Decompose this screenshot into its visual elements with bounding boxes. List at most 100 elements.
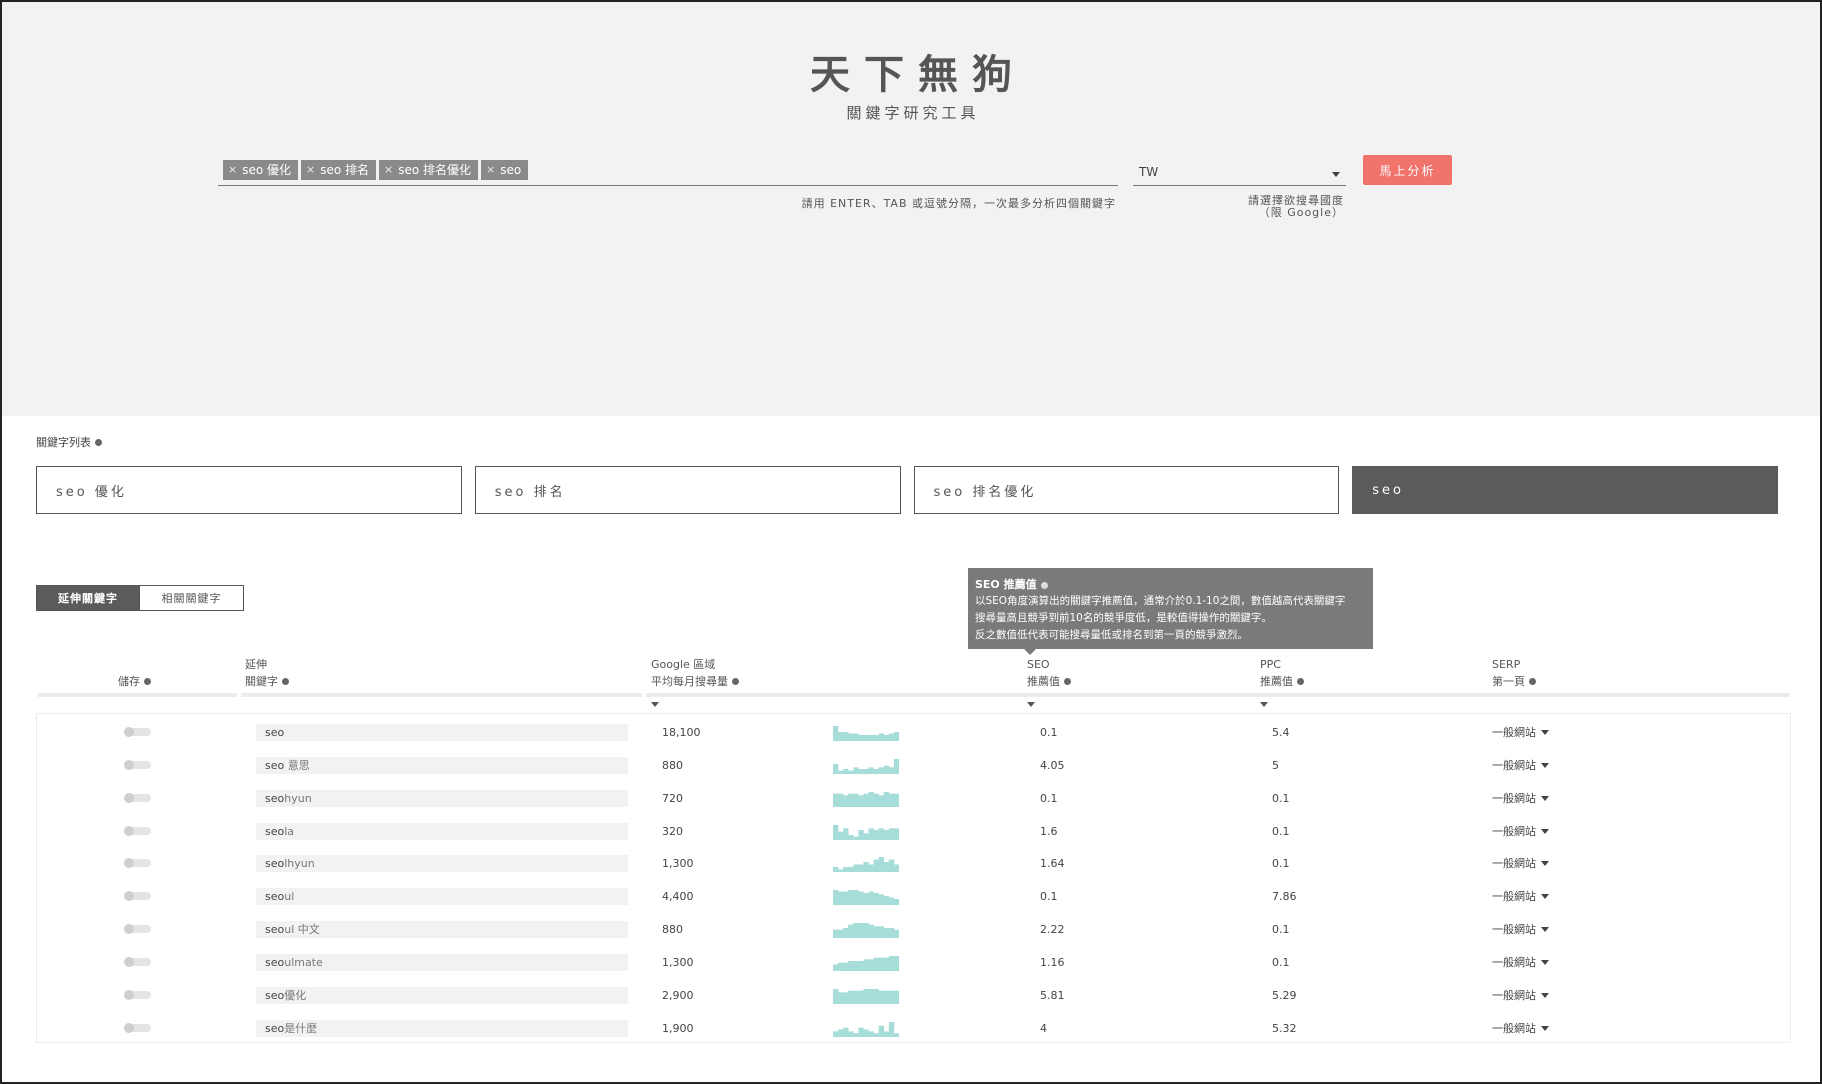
save-toggle[interactable] <box>124 760 151 770</box>
keyword-cell[interactable]: seohyun <box>256 790 628 807</box>
trend-bar <box>878 926 885 938</box>
keyword-cell[interactable]: seo優化 <box>256 987 628 1004</box>
keyword-table-body: seo 18,100 0.1 5.4 一般網站 seo 意思 880 4.05 5 一般網站 seo… <box>36 713 1791 1043</box>
save-toggle[interactable] <box>124 858 151 868</box>
remove-tag-icon[interactable]: × <box>228 160 237 180</box>
trend-bar <box>868 924 874 938</box>
keyword-cell[interactable]: seo <box>256 724 628 741</box>
trend-bar <box>868 989 874 1004</box>
search-volume: 1,300 <box>662 956 694 969</box>
serp-select[interactable]: 一般網站 <box>1492 1020 1549 1037</box>
serp-select[interactable]: 一般網站 <box>1492 888 1549 905</box>
keyword-cell[interactable]: seo是什麼 <box>256 1020 628 1037</box>
search-volume: 4,400 <box>662 890 694 903</box>
ppc-score: 0.1 <box>1272 792 1290 805</box>
serp-select[interactable]: 一般網站 <box>1492 823 1549 840</box>
serp-select[interactable]: 一般網站 <box>1492 921 1549 938</box>
keyword-cell[interactable]: seo 意思 <box>256 757 628 774</box>
trend-baseline <box>833 838 899 840</box>
keyword-cell[interactable]: seoul 中文 <box>256 921 628 938</box>
save-toggle[interactable] <box>124 1023 151 1033</box>
save-toggle[interactable] <box>124 924 151 934</box>
keyword-tag[interactable]: × seo <box>481 160 529 180</box>
keyword-cell[interactable]: seoul <box>256 888 628 905</box>
save-toggle[interactable] <box>124 793 151 803</box>
trend-bar <box>878 894 885 905</box>
keyword-list-item[interactable]: seo 排名優化 <box>913 466 1340 514</box>
save-toggle[interactable] <box>124 727 151 737</box>
header-ppc-line1: PPC <box>1260 658 1281 671</box>
save-toggle[interactable] <box>124 826 151 836</box>
help-icon[interactable] <box>1297 677 1304 685</box>
keyword-cell[interactable]: seolhyun <box>256 855 628 872</box>
help-icon[interactable] <box>282 677 289 685</box>
help-icon[interactable] <box>1064 677 1071 685</box>
remove-tag-icon[interactable]: × <box>306 160 315 180</box>
seo-score-tooltip: SEO 推薦值 以SEO角度演算出的關鍵字推薦值，通常介於0.1-10之間，數值… <box>968 568 1373 655</box>
tab-extended-keywords[interactable]: 延伸關鍵字 <box>36 585 140 611</box>
help-icon[interactable] <box>732 677 739 685</box>
country-select[interactable]: TW <box>1133 162 1346 186</box>
serp-value: 一般網站 <box>1492 825 1536 838</box>
ppc-score: 0.1 <box>1272 825 1290 838</box>
table-row: seo優化 2,900 5.81 5.29 一般網站 <box>37 980 1790 1013</box>
help-icon[interactable] <box>1529 677 1536 685</box>
result-tabs: 延伸關鍵字 相關關鍵字 <box>36 585 244 611</box>
country-hint: 請選擇欲搜尋國度 （限 Google） <box>1133 195 1346 219</box>
keyword-cell[interactable]: seoulmate <box>256 954 628 971</box>
header-serp-line1: SERP <box>1492 658 1521 671</box>
trend-bar <box>833 890 839 905</box>
keyword-list-item[interactable]: seo 排名 <box>474 466 901 514</box>
keyword-base: seo <box>265 890 285 903</box>
keyword-cell[interactable]: seola <box>256 823 628 840</box>
serp-select[interactable]: 一般網站 <box>1492 790 1549 807</box>
serp-select[interactable]: 一般網站 <box>1492 757 1549 774</box>
keyword-tag[interactable]: × seo 排名 <box>301 160 377 180</box>
trend-bar <box>838 992 844 1004</box>
serp-select[interactable]: 一般網站 <box>1492 724 1549 741</box>
keyword-tag[interactable]: × seo 排名優化 <box>379 160 479 180</box>
analyze-button[interactable]: 馬上分析 <box>1363 155 1452 185</box>
header-serp-line2: 第一頁 <box>1492 675 1525 688</box>
trend-bar <box>883 990 890 1004</box>
sort-seo-icon[interactable] <box>1027 702 1035 707</box>
save-toggle[interactable] <box>124 891 151 901</box>
serp-select[interactable]: 一般網站 <box>1492 987 1549 1004</box>
remove-tag-icon[interactable]: × <box>486 160 495 180</box>
trend-bar <box>878 828 885 840</box>
trend-baseline <box>833 739 899 741</box>
keyword-list: seo 優化 seo 排名 seo 排名優化 seo <box>36 466 1778 514</box>
trend-bar <box>873 957 879 971</box>
keyword-tag-label: seo 優化 <box>242 163 292 177</box>
keyword-list-item-active[interactable]: seo <box>1352 466 1778 514</box>
serp-value: 一般網站 <box>1492 923 1536 936</box>
help-icon[interactable] <box>95 438 102 446</box>
trend-bar <box>863 793 869 807</box>
table-row: seoul 中文 880 2.22 0.1 一般網站 <box>37 914 1790 947</box>
sort-volume-icon[interactable] <box>651 702 659 707</box>
tab-related-keywords[interactable]: 相關關鍵字 <box>140 585 244 611</box>
remove-tag-icon[interactable]: × <box>384 160 393 180</box>
keyword-suffix: hyun <box>284 792 312 805</box>
seo-score: 4.05 <box>1040 759 1065 772</box>
keyword-tag[interactable]: × seo 優化 <box>223 160 299 180</box>
trend-bar <box>888 859 895 872</box>
table-row: seohyun 720 0.1 0.1 一般網站 <box>37 783 1790 816</box>
ppc-score: 5.4 <box>1272 726 1290 739</box>
serp-select[interactable]: 一般網站 <box>1492 855 1549 872</box>
trend-bar <box>893 956 899 971</box>
save-toggle[interactable] <box>124 957 151 967</box>
keyword-tag-label: seo 排名優化 <box>398 163 472 177</box>
keyword-list-item[interactable]: seo 優化 <box>36 466 462 514</box>
sort-ppc-icon[interactable] <box>1260 702 1268 707</box>
keyword-base: seo <box>265 857 285 870</box>
trend-bar <box>858 891 864 905</box>
search-volume: 2,900 <box>662 989 694 1002</box>
serp-select[interactable]: 一般網站 <box>1492 954 1549 971</box>
help-icon[interactable] <box>144 677 151 685</box>
trend-bar <box>878 857 885 872</box>
save-toggle[interactable] <box>124 990 151 1000</box>
tooltip-text: 搜尋量高且競爭到前10名的競爭度低，是較值得操作的關鍵字。 <box>975 612 1272 624</box>
keyword-tag-input[interactable]: × seo 優化 × seo 排名 × seo 排名優化 × seo <box>218 160 1118 186</box>
trend-bar <box>888 990 895 1004</box>
